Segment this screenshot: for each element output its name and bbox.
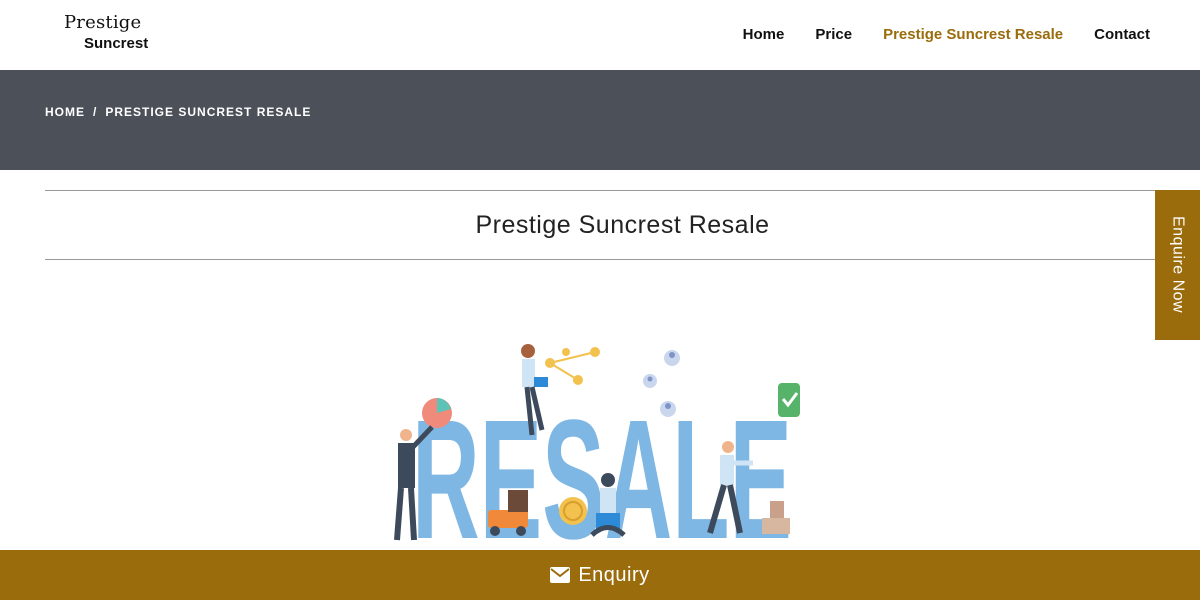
page-title-box: Prestige Suncrest Resale — [45, 190, 1200, 260]
check-badge-icon — [778, 383, 800, 417]
enquiry-label: Enquiry — [578, 563, 650, 586]
main-nav: Home Price Prestige Suncrest Resale Cont… — [743, 26, 1150, 43]
resale-illustration: RESALE — [380, 335, 820, 575]
page-banner: HOME / PRESTIGE SUNCREST RESALE — [0, 70, 1200, 170]
enquire-now-label: Enquire Now — [1169, 216, 1187, 314]
breadcrumb-home[interactable]: HOME — [45, 105, 85, 119]
coin-icon — [559, 497, 587, 525]
nav-home[interactable]: Home — [743, 26, 785, 43]
network-graphic — [545, 347, 600, 385]
breadcrumb-current: PRESTIGE SUNCREST RESALE — [105, 105, 312, 119]
breadcrumb-separator: / — [93, 105, 98, 119]
logo-line-1: Prestige — [64, 12, 142, 33]
nav-resale[interactable]: Prestige Suncrest Resale — [883, 26, 1063, 43]
enquire-now-tab[interactable]: Enquire Now — [1155, 190, 1200, 340]
envelope-icon — [550, 567, 571, 583]
page-title: Prestige Suncrest Resale — [475, 210, 770, 239]
breadcrumb: HOME / PRESTIGE SUNCREST RESALE — [45, 105, 311, 119]
resale-illustration-svg: RESALE — [394, 344, 800, 575]
site-header: Prestige Suncrest Home Price Prestige Su… — [0, 0, 1200, 70]
nav-price[interactable]: Price — [815, 26, 852, 43]
nav-contact[interactable]: Contact — [1094, 26, 1150, 43]
enquiry-button[interactable]: Enquiry — [0, 550, 1200, 600]
site-logo[interactable]: Prestige Suncrest — [64, 12, 148, 52]
logo-line-2: Suncrest — [84, 35, 149, 52]
pie-chart-icon — [422, 398, 452, 428]
